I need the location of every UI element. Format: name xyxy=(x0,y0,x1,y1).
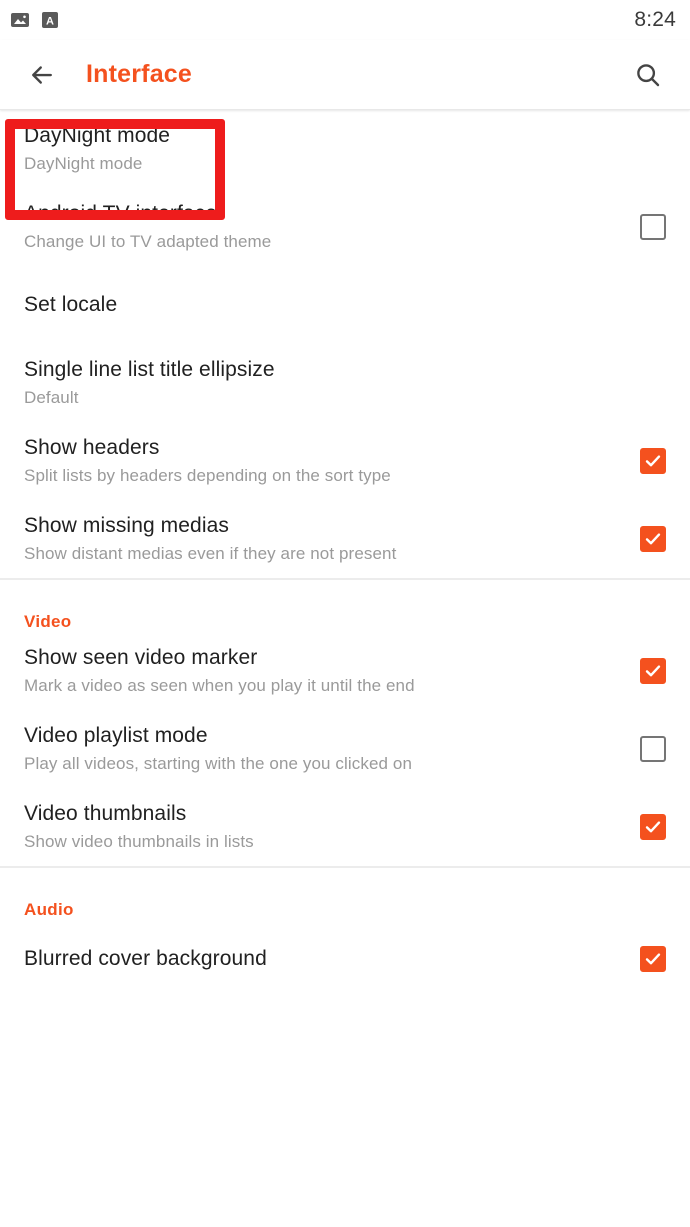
row-title: DayNight mode xyxy=(24,123,171,147)
row-title: Show seen video marker xyxy=(24,645,258,669)
row-video-thumbnails[interactable]: Video thumbnails Show video thumbnails in… xyxy=(0,788,690,866)
row-blurred-cover-background[interactable]: Blurred cover background xyxy=(0,920,690,998)
row-subtitle: Default xyxy=(24,387,79,407)
clock: 8:24 xyxy=(634,8,676,31)
row-subtitle: Change UI to TV adapted theme xyxy=(24,231,272,251)
checkbox-video-thumbnails[interactable] xyxy=(640,814,666,840)
svg-text:A: A xyxy=(46,16,54,28)
row-title: Show missing medias xyxy=(24,513,229,537)
checkbox-android-tv-interface[interactable] xyxy=(640,214,666,240)
status-bar-notification-icons: A xyxy=(10,10,60,30)
back-arrow-icon[interactable] xyxy=(22,55,62,95)
row-subtitle: Mark a video as seen when you play it un… xyxy=(24,675,415,695)
row-subtitle: Show distant medias even if they are not… xyxy=(24,543,397,563)
status-bar-right: 8:24 xyxy=(634,8,676,32)
row-title: Video playlist mode xyxy=(24,723,208,747)
row-android-tv-interface[interactable]: Android TV interface Change UI to TV adap… xyxy=(0,188,690,266)
section-header-video: Video xyxy=(24,612,72,631)
settings-list[interactable]: DayNight mode DayNight mode Android TV int… xyxy=(0,110,690,998)
settings-screen: A 8:24 Interface DayNight mode DayNight m… xyxy=(0,0,690,1227)
row-subtitle: Show video thumbnails in lists xyxy=(24,831,254,851)
checkbox-show-headers[interactable] xyxy=(640,448,666,474)
row-text-group: Android TV interface Change UI to TV adap… xyxy=(24,201,622,254)
checkbox-blurred-cover-background[interactable] xyxy=(640,946,666,972)
image-icon xyxy=(10,10,30,30)
row-text-group: Video playlist mode Play all videos, star… xyxy=(24,723,622,776)
row-text-group: Show missing medias Show distant medias e… xyxy=(24,513,622,566)
row-daynight-mode[interactable]: DayNight mode DayNight mode xyxy=(0,110,690,188)
row-subtitle: DayNight mode xyxy=(24,153,143,173)
row-title: Single line list title ellipsize xyxy=(24,357,275,381)
checkbox-video-playlist-mode[interactable] xyxy=(640,736,666,762)
row-text-group: Set locale xyxy=(24,292,666,318)
row-title: Android TV interface xyxy=(24,201,218,225)
checkbox-show-seen-video-marker[interactable] xyxy=(640,658,666,684)
row-subtitle: Play all videos, starting with the one y… xyxy=(24,753,413,773)
row-title: Set locale xyxy=(24,293,118,316)
page-title: Interface xyxy=(86,60,193,88)
section-header-audio: Audio xyxy=(24,900,74,919)
row-text-group: Blurred cover background xyxy=(24,946,622,972)
search-icon[interactable] xyxy=(628,55,668,95)
row-text-group: Single line list title ellipsize Default xyxy=(24,357,666,410)
app-toolbar: Interface xyxy=(0,40,690,110)
row-title: Show headers xyxy=(24,435,160,459)
row-text-group: DayNight mode DayNight mode xyxy=(24,123,666,176)
row-show-missing-medias[interactable]: Show missing medias Show distant medias e… xyxy=(0,500,690,578)
checkbox-show-missing-medias[interactable] xyxy=(640,526,666,552)
row-text-group: Show seen video marker Mark a video as se… xyxy=(24,645,622,698)
row-title: Blurred cover background xyxy=(24,947,267,970)
row-title: Video thumbnails xyxy=(24,801,187,825)
row-subtitle: Split lists by headers depending on the … xyxy=(24,465,391,485)
row-text-group: Show headers Split lists by headers depen… xyxy=(24,435,622,488)
translate-a-icon: A xyxy=(40,10,60,30)
row-video-playlist-mode[interactable]: Video playlist mode Play all videos, star… xyxy=(0,710,690,788)
status-bar: A 8:24 xyxy=(0,0,690,40)
row-text-group: Video thumbnails Show video thumbnails in… xyxy=(24,801,622,854)
row-show-headers[interactable]: Show headers Split lists by headers depen… xyxy=(0,422,690,500)
row-single-line-list-title-ellipsize[interactable]: Single line list title ellipsize Default xyxy=(0,344,690,422)
row-show-seen-video-marker[interactable]: Show seen video marker Mark a video as se… xyxy=(0,632,690,710)
row-set-locale[interactable]: Set locale xyxy=(0,266,690,344)
